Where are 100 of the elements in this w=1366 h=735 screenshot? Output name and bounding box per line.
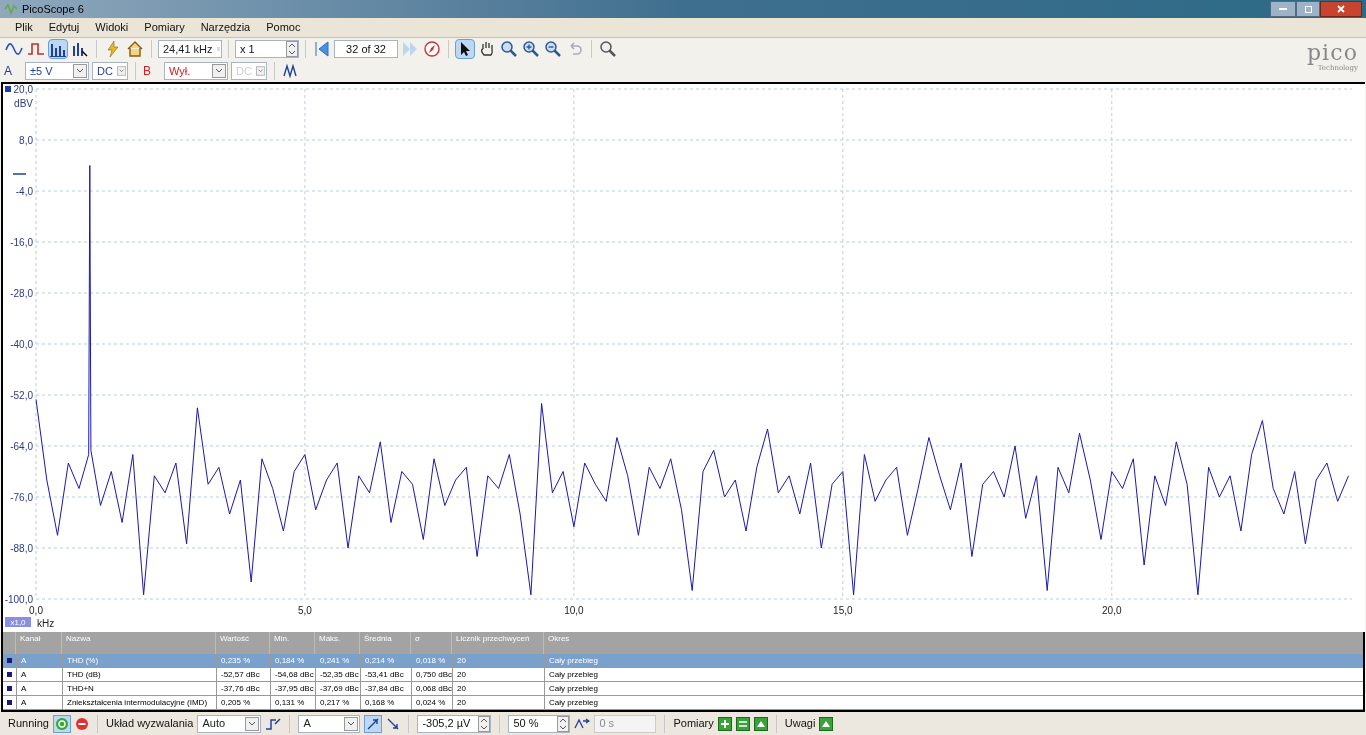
table-cell: 0,184 %: [270, 654, 315, 667]
rising-arrow-icon: [366, 716, 381, 731]
pretrigger-spinner[interactable]: 50 %: [508, 714, 571, 733]
x-axis-label: 0,0: [29, 605, 43, 616]
range-dropdown[interactable]: Wył.: [164, 62, 228, 80]
y-axis-label: -16,0: [10, 237, 33, 248]
magnifier-icon[interactable]: [499, 39, 519, 59]
table-cell: 0,214 %: [360, 654, 411, 667]
rising-edge-icon[interactable]: [265, 715, 282, 732]
y-axis-label: -28,0: [10, 288, 33, 299]
row-marker-icon: [7, 700, 12, 705]
rising-trigger-button[interactable]: [364, 714, 383, 733]
row-marker-icon: [7, 686, 12, 691]
y-axis-label: -4,0: [15, 186, 33, 197]
falling-arrow-icon[interactable]: [386, 716, 401, 731]
trigger-label: Układ wyzwalania: [106, 716, 194, 732]
x-axis-label: 10,0: [564, 605, 584, 616]
trigger-channel-dropdown[interactable]: A: [298, 714, 361, 733]
range-dropdown[interactable]: ±5 V: [25, 62, 89, 80]
app-icon: [4, 3, 18, 15]
x-axis-label: 15,0: [833, 605, 853, 616]
x-axis-label: 5,0: [298, 605, 312, 616]
table-cell: 0,068 dBc: [411, 682, 452, 695]
table-row[interactable]: A Zniekształcenia intermodulacyjne (IMD) 0,205 % 0,131 % 0,217 % 0,168 % 0,024 % 20 Cały przebieg: [3, 696, 1363, 710]
table-cell: Cały przebieg: [544, 654, 1363, 667]
y-axis-unit: dBV: [14, 98, 33, 109]
table-cell: -37,95 dBc: [270, 682, 315, 695]
window-title: PicoScope 6: [22, 1, 84, 17]
threshold-spinner[interactable]: -305,2 µV: [417, 714, 492, 733]
table-cell: 20: [452, 654, 544, 667]
maximize-button[interactable]: [1296, 1, 1320, 17]
menu-item[interactable]: Pomiary: [137, 19, 192, 36]
table-cell: 0,750 dBc: [411, 668, 452, 681]
run-state: Running: [8, 716, 49, 732]
y-axis-label: -76,0: [10, 492, 33, 503]
table-cell: A: [16, 654, 62, 667]
zoom-spinner[interactable]: x 1: [235, 40, 299, 58]
zoom-badge: x1,0: [5, 617, 31, 627]
coupling-dropdown[interactable]: DC: [92, 62, 128, 80]
minimize-button[interactable]: [1270, 1, 1296, 17]
expand-icon[interactable]: [819, 716, 834, 731]
channel-marker-icon: [5, 86, 11, 92]
channel-label[interactable]: B: [143, 62, 161, 80]
table-row[interactable]: A THD (dB) -52,57 dBc -54,68 dBc -52,35 dBc -53,41 dBc 0,750 dBc 20 Cały przebieg: [3, 668, 1363, 682]
table-cell: -53,41 dBc: [360, 668, 411, 681]
bar-chart-icon[interactable]: [48, 39, 68, 59]
table-cell: Cały przebieg: [544, 682, 1363, 695]
menu-item[interactable]: Edytuj: [41, 19, 87, 36]
y-axis-label: 20,0: [13, 84, 33, 95]
menu-item[interactable]: Pomoc: [259, 19, 308, 36]
table-cell: -37,84 dBc: [360, 682, 411, 695]
close-button[interactable]: [1320, 1, 1362, 17]
row-marker-icon: [7, 658, 12, 663]
start-button[interactable]: [53, 714, 71, 733]
buffer-field[interactable]: 32 of 32: [334, 40, 398, 58]
notes-label: Uwagi: [784, 716, 816, 732]
home-icon[interactable]: [125, 39, 145, 59]
table-cell: -52,57 dBc: [216, 668, 270, 681]
compass-icon[interactable]: [422, 39, 442, 59]
first-page-icon[interactable]: [312, 39, 332, 59]
table-cell: 0,205 %: [216, 696, 270, 709]
table-cell: A: [16, 682, 62, 695]
menu-item[interactable]: Widoki: [88, 19, 136, 36]
menu-item[interactable]: Plik: [8, 19, 40, 36]
table-cell: 0,024 %: [411, 696, 452, 709]
menu-item[interactable]: Narzędzia: [193, 19, 258, 36]
table-cell: 0,018 %: [411, 654, 452, 667]
table-cell: -52,35 dBc: [315, 668, 360, 681]
table-cell: Zniekształcenia intermodulacyjne (IMD): [62, 696, 216, 709]
table-cell: 0,241 %: [315, 654, 360, 667]
table-cell: A: [16, 696, 62, 709]
close-icon: [1337, 5, 1345, 13]
table-cell: 20: [452, 696, 544, 709]
y-axis-label: -40,0: [10, 339, 33, 350]
table-cell: 0,131 %: [270, 696, 315, 709]
zoom-overview-icon[interactable]: [598, 39, 618, 59]
table-row[interactable]: A THD+N -37,76 dBc -37,95 dBc -37,69 dBc -37,84 dBc 0,068 dBc 20 Cały przebieg: [3, 682, 1363, 696]
zoom-out-icon[interactable]: [543, 39, 563, 59]
y-axis-label: -88,0: [10, 543, 33, 554]
zoom-in-icon[interactable]: [521, 39, 541, 59]
trigger-mode-dropdown[interactable]: Auto: [197, 714, 262, 733]
stop-icon[interactable]: [75, 716, 89, 731]
table-cell: THD (%): [62, 654, 216, 667]
timebase-dropdown[interactable]: 24,41 kHz: [158, 40, 222, 58]
add-icon[interactable]: [717, 716, 732, 731]
spinner-arrows-icon: [557, 715, 570, 732]
pointer-icon[interactable]: [455, 39, 475, 59]
table-cell: Cały przebieg: [544, 668, 1363, 681]
table-cell: -37,69 dBc: [315, 682, 360, 695]
table-cell: 20: [452, 668, 544, 681]
edit-icon[interactable]: [735, 716, 750, 731]
table-cell: -37,76 dBc: [216, 682, 270, 695]
table-cell: 0,217 %: [315, 696, 360, 709]
channel-label[interactable]: A: [4, 62, 22, 80]
y-axis-label: -64,0: [10, 441, 33, 452]
x-axis-unit: kHz: [37, 618, 55, 629]
expand-icon[interactable]: [753, 716, 768, 731]
offset-marker: [12, 173, 27, 175]
logo-text: pico: [1306, 42, 1358, 64]
table-cell: 0,168 %: [360, 696, 411, 709]
